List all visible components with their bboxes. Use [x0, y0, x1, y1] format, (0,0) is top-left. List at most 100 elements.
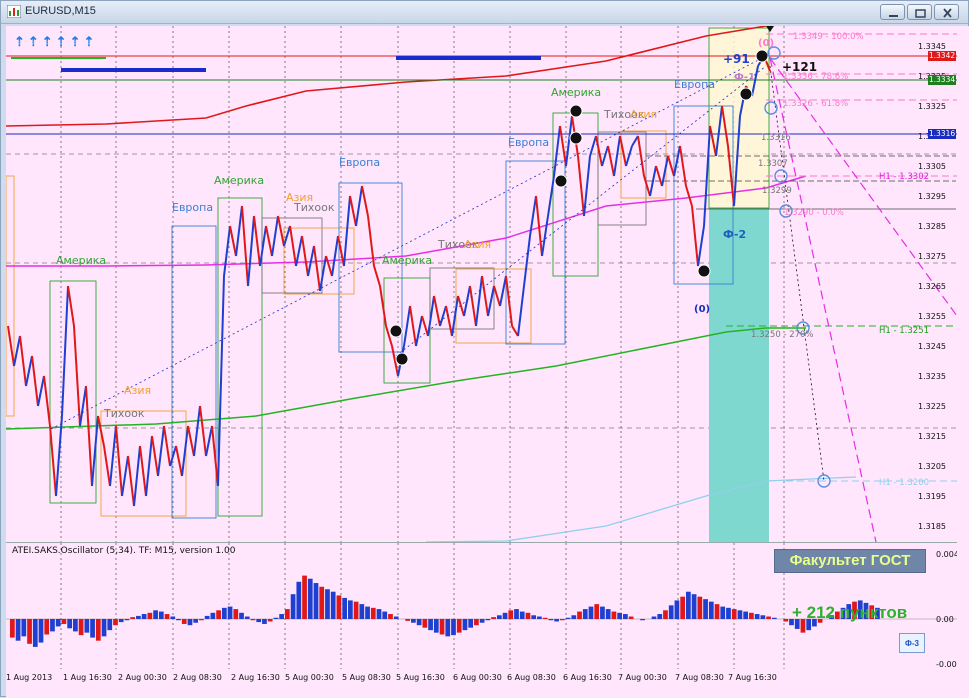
price-segment: [73, 325, 81, 427]
oscillator-panel[interactable]: ATEI.SAKS.Oscillator (5,34). TF: M15, ve…: [6, 542, 957, 669]
oscillator-bar: [411, 619, 416, 623]
oscillator-bar: [21, 619, 27, 637]
oscillator-bar: [617, 612, 622, 619]
oscillator-bar: [594, 604, 600, 619]
time-tick-label: 5 Aug 00:30: [285, 673, 334, 682]
price-segment: [439, 305, 447, 327]
price-segment: [145, 435, 153, 497]
close-button[interactable]: [934, 4, 959, 20]
oscillator-bar: [187, 619, 193, 626]
f3-button[interactable]: Ф-3: [899, 633, 925, 653]
oscillator-bar: [216, 610, 221, 619]
price-segment: [487, 285, 495, 317]
oscillator-bar: [204, 615, 210, 619]
oscillator-bar: [428, 619, 433, 631]
price-segment: [697, 225, 705, 267]
oscillator-bar: [668, 605, 674, 619]
price-segment: [421, 315, 429, 337]
oscillator-bar: [600, 606, 605, 619]
price-segment: [109, 425, 117, 487]
price-segment: [235, 205, 243, 257]
pivot-marker: [395, 352, 409, 366]
oscillator-bar: [508, 610, 514, 619]
oscillator-bar: [170, 616, 176, 619]
price-segment: [349, 195, 357, 227]
h1-level-label: H1 - 1.3251: [879, 326, 930, 336]
oscillator-bar: [15, 619, 21, 641]
plus-91-label: +91: [723, 52, 750, 66]
oscillator-bar: [519, 611, 525, 619]
price-tick-label: 1.3295: [918, 192, 946, 201]
osc-tick-label: 0.00: [936, 615, 954, 624]
minimize-button[interactable]: [880, 4, 905, 20]
oscillator-bar: [359, 604, 365, 619]
price-segment: [523, 235, 531, 287]
current-price-marker: 1.3334: [928, 75, 956, 85]
oscillator-bar: [370, 607, 376, 619]
price-chart[interactable]: ⇡⇡⇡⇡⇡⇡ Америка Азия Тихоок Европа Америка Тих…: [6, 26, 957, 542]
restore-button[interactable]: [907, 4, 932, 20]
oscillator-bar: [302, 575, 307, 619]
price-segment: [361, 185, 369, 217]
ma-lightblue-line: [425, 476, 857, 542]
oscillator-bar: [141, 614, 147, 619]
price-segment: [613, 135, 621, 177]
fib-level-label: 1.3316: [761, 133, 791, 143]
oscillator-bar: [468, 619, 474, 628]
price-segment: [115, 425, 123, 497]
oscillator-bar: [256, 619, 262, 623]
session-box: [171, 225, 217, 519]
chart-window: EURUSD,M15 ⇡⇡⇡⇡⇡⇡ Америка Азия Тихоок Европ…: [0, 0, 969, 698]
oscillator-bar: [783, 619, 789, 622]
price-segment: [193, 405, 201, 457]
price-segment: [259, 225, 267, 267]
oscillator-bar: [113, 619, 118, 626]
session-label: Америка: [214, 174, 265, 187]
price-segment: [691, 205, 699, 267]
points-label: + 212 пунктов: [792, 603, 908, 622]
oscillator-bar: [588, 606, 594, 619]
oscillator-bar: [474, 619, 479, 626]
oscillator-bar: [153, 610, 158, 619]
oscillator-bar: [674, 600, 680, 619]
oscillator-bar: [496, 615, 502, 619]
session-label: Европа: [339, 156, 381, 169]
price-segment: [217, 275, 225, 487]
oscillator-bar: [130, 617, 136, 619]
oscillator-bar: [525, 612, 531, 619]
fib-level-label: 1.3326 - 61.8%: [783, 99, 849, 109]
price-segment: [313, 245, 321, 292]
oscillator-bar: [657, 614, 663, 619]
session-label: Тихоок: [104, 407, 145, 420]
oscillator-bar: [262, 619, 267, 624]
oscillator-bar: [502, 612, 508, 619]
fib-level-label: 1.3307: [758, 159, 788, 169]
h1-level-label: H1 - 1.3200: [879, 478, 930, 488]
oscillator-bar: [124, 619, 130, 621]
price-tick-label: 1.3265: [918, 282, 946, 291]
price-tick-label: 1.3285: [918, 222, 946, 231]
price-segment: [379, 285, 387, 327]
oscillator-bar: [628, 616, 634, 619]
oscillator-bar: [439, 619, 445, 635]
session-label: Америка: [56, 254, 107, 267]
title-bar[interactable]: EURUSD,M15: [1, 1, 968, 24]
oscillator-bar: [697, 596, 703, 619]
oscillator-bar: [336, 595, 342, 619]
price-segment: [667, 155, 675, 177]
price-tick-label: 1.3195: [918, 492, 946, 501]
oscillator-bar: [760, 615, 766, 619]
oscillator-bar: [158, 611, 164, 619]
price-segment: [577, 155, 585, 217]
window-title: EURUSD,M15: [25, 5, 96, 17]
oscillator-bar: [749, 612, 754, 619]
plus-121-label: +121: [782, 60, 818, 74]
oscillator-bar: [50, 619, 55, 632]
price-tick-label: 1.3225: [918, 402, 946, 411]
pivot-zero-label: (0): [694, 304, 711, 315]
oscillator-bar: [313, 583, 319, 619]
price-segment: [301, 235, 309, 277]
price-segment: [463, 285, 471, 317]
oscillator-bar: [565, 617, 571, 619]
oscillator-bar: [376, 609, 382, 619]
